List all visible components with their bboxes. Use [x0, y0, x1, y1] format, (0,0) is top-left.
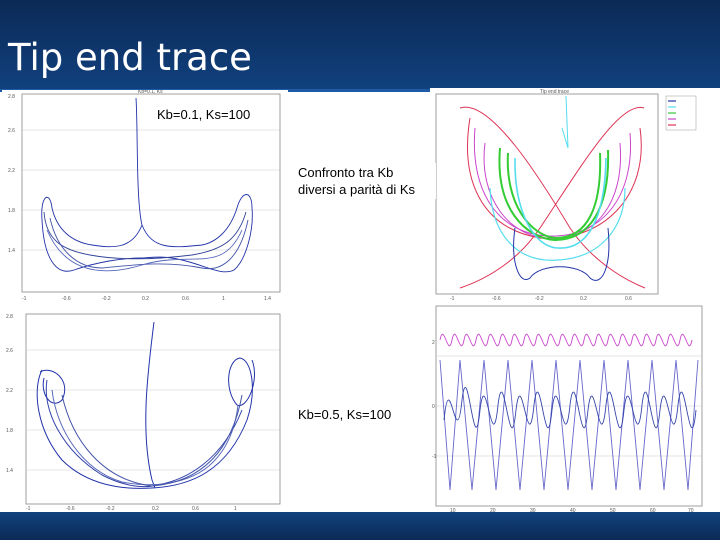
label-kb05-ks100: Kb=0.5, Ks=100	[298, 406, 392, 423]
svg-text:Kb=0.1, Ks: Kb=0.1, Ks	[138, 90, 163, 95]
label-confronto: Confronto tra Kb diversi a parità di Ks	[296, 163, 436, 199]
plot-bottom-right: 2 0 -1 10 20 30 40 50 60 70	[430, 300, 720, 512]
svg-text:-0.6: -0.6	[62, 296, 71, 302]
svg-text:0: 0	[432, 404, 435, 410]
svg-text:1.8: 1.8	[8, 208, 15, 214]
svg-text:1.8: 1.8	[6, 428, 13, 434]
slide-footer	[0, 512, 720, 540]
svg-text:2.8: 2.8	[6, 314, 13, 320]
slide-header: Tip end trace	[0, 0, 720, 92]
svg-text:-1: -1	[22, 296, 27, 302]
svg-text:1: 1	[222, 296, 225, 302]
svg-text:2.6: 2.6	[8, 128, 15, 134]
svg-text:-0.2: -0.2	[102, 296, 111, 302]
svg-text:2.6: 2.6	[6, 348, 13, 354]
svg-text:Tip end trace: Tip end trace	[540, 89, 569, 95]
svg-text:1.4: 1.4	[264, 296, 271, 302]
svg-text:0.6: 0.6	[182, 296, 189, 302]
svg-text:-1: -1	[432, 454, 437, 460]
svg-text:0.2: 0.2	[142, 296, 149, 302]
svg-text:2: 2	[432, 340, 435, 346]
svg-text:1.4: 1.4	[8, 248, 15, 254]
plot-bottom-left: 2.8 2.6 2.2 1.8 1.4 -1 -0.6 -0.2 0.2 0.6 1	[2, 310, 288, 512]
svg-text:1.4: 1.4	[6, 468, 13, 474]
plot-top-left: 2.8 2.6 2.2 1.8 1.4 -1 -0.6 -0.2 0.2 0.6 1 1.4 Kb=…	[2, 90, 288, 308]
svg-text:2.8: 2.8	[8, 94, 15, 100]
plot-top-right: -1-0.6-0.20.20.6 Tip end trace Tip displ…	[430, 88, 720, 310]
svg-text:2.2: 2.2	[6, 388, 13, 394]
svg-text:2.2: 2.2	[8, 168, 15, 174]
slide-title: Tip end trace	[8, 36, 252, 79]
label-kb01-ks100: Kb=0.1, Ks=100	[157, 106, 251, 123]
